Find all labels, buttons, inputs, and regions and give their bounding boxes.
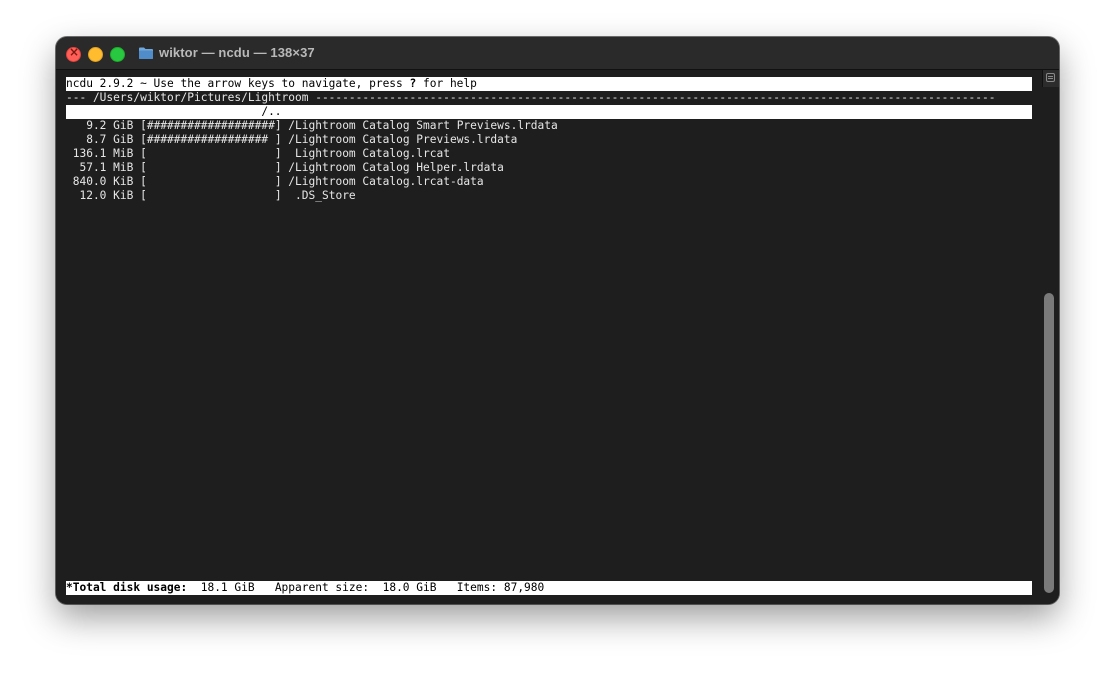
minimize-button[interactable]: [88, 47, 103, 62]
entry-size: 136.1 MiB: [66, 147, 134, 160]
total-disk-usage-value: 18.1 GiB: [187, 581, 255, 594]
entry-flag: /: [281, 133, 296, 146]
status-bar: *Total disk usage: 18.1 GiB Apparent siz…: [66, 581, 1032, 595]
entry-bar: [ ]: [140, 147, 282, 160]
header-prefix: ncdu 2.9.2 ~ Use the arrow keys to navig…: [66, 77, 410, 90]
entry-bar: [ ]: [140, 189, 282, 202]
entry-bar: [ ]: [140, 175, 282, 188]
entry-bar: [###################]: [140, 119, 282, 132]
entry-name: .DS_Store: [295, 189, 356, 202]
close-button[interactable]: [66, 45, 81, 62]
list-item[interactable]: 136.1 MiB [ ] Lightroom Catalog.lrcat: [66, 147, 1032, 161]
entry-name: Lightroom Catalog.lrcat-data: [295, 175, 484, 188]
list-item[interactable]: 8.7 GiB [################## ] /Lightroom…: [66, 133, 1032, 147]
entry-bar: [ ]: [140, 161, 282, 174]
entry-flag: /: [281, 119, 296, 132]
list-item[interactable]: 9.2 GiB [###################] /Lightroom…: [66, 119, 1032, 133]
entry-name: Lightroom Catalog.lrcat: [295, 147, 450, 160]
entry-size: 12.0 KiB: [66, 189, 134, 202]
total-disk-usage-label: *Total disk usage:: [66, 581, 188, 594]
entry-size: 840.0 KiB: [66, 175, 134, 188]
entry-size: 57.1 MiB: [66, 161, 134, 174]
list-item[interactable]: 12.0 KiB [ ] .DS_Store: [66, 189, 1032, 203]
entry-flag: [282, 189, 295, 202]
entry-name: Lightroom Catalog Smart Previews.lrdata: [295, 119, 558, 132]
title-bar[interactable]: wiktor — ncdu — 138×37: [56, 37, 1059, 70]
list-item[interactable]: 57.1 MiB [ ] /Lightroom Catalog Helper.l…: [66, 161, 1032, 175]
path-bar: --- /Users/wiktor/Pictures/Lightroom ---…: [66, 91, 996, 104]
terminal-window: wiktor — ncdu — 138×37 ncdu 2.9.2 ~ Use …: [56, 37, 1059, 604]
list-icon: [1046, 73, 1055, 82]
entry-flag: /: [281, 175, 296, 188]
apparent-size-value: 18.0 GiB: [369, 581, 437, 594]
entry-flag: [282, 147, 295, 160]
header-suffix: for help: [416, 77, 477, 90]
apparent-size-label: Apparent size:: [254, 581, 370, 594]
scroll-marks-button[interactable]: [1042, 70, 1059, 87]
terminal-content[interactable]: ncdu 2.9.2 ~ Use the arrow keys to navig…: [56, 70, 1059, 604]
items-count: 87,980: [497, 581, 545, 594]
entry-size: 8.7 GiB: [66, 133, 134, 146]
items-label: Items:: [436, 581, 498, 594]
window-title: wiktor — ncdu — 138×37: [159, 45, 315, 60]
parent-directory-row[interactable]: /..: [66, 105, 1032, 119]
entry-flag: /: [281, 161, 296, 174]
zoom-button[interactable]: [110, 47, 125, 62]
folder-icon: [139, 47, 153, 59]
scrollbar-thumb[interactable]: [1044, 293, 1054, 593]
entry-size: 9.2 GiB: [66, 119, 134, 132]
entry-name: Lightroom Catalog Previews.lrdata: [295, 133, 518, 146]
entry-bar: [################## ]: [140, 133, 282, 146]
list-item[interactable]: 840.0 KiB [ ] /Lightroom Catalog.lrcat-d…: [66, 175, 1032, 189]
entry-name: Lightroom Catalog Helper.lrdata: [295, 161, 504, 174]
ncdu-header: ncdu 2.9.2 ~ Use the arrow keys to navig…: [66, 77, 1032, 91]
